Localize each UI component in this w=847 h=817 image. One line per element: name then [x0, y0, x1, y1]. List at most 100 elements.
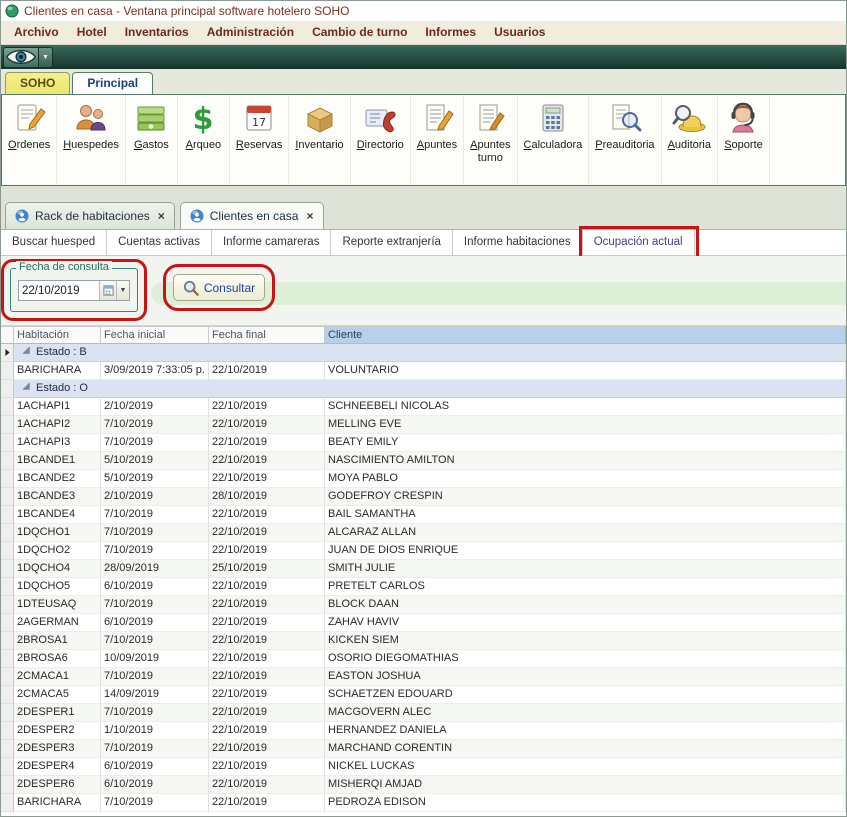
title-bar: Clientes en casa - Ventana principal sof…	[1, 1, 846, 21]
cell-fecha-final: 22/10/2019	[209, 776, 325, 794]
grid-header: HabitaciónFecha inicialFecha finalClient…	[1, 326, 846, 344]
cell-fecha-final: 22/10/2019	[209, 614, 325, 632]
menu-item-archivo[interactable]: Archivo	[5, 21, 68, 44]
ribbon-button-apuntes[interactable]: Apuntes	[411, 95, 464, 185]
table-row[interactable]: 1BCANDE25/10/201922/10/2019MOYA PABLO	[1, 470, 846, 488]
table-row[interactable]: 2DESPER66/10/201922/10/2019MISHERQI AMJA…	[1, 776, 846, 794]
menu-item-administracion[interactable]: Administración	[198, 21, 303, 44]
ribbon-button-huespedes[interactable]: Huespedes	[57, 95, 126, 185]
ribbon-button-soporte[interactable]: Soporte	[718, 95, 770, 185]
doc-tab-clientes-en-casa[interactable]: Clientes en casa×	[180, 202, 324, 229]
column-header-fecha-inicial[interactable]: Fecha inicial	[101, 326, 209, 344]
tab-soho[interactable]: SOHO	[5, 72, 70, 94]
preaudit-icon	[606, 100, 644, 136]
row-indicator	[1, 776, 14, 794]
cell-fecha-inicial: 2/10/2019	[101, 488, 209, 506]
menu-item-hotel[interactable]: Hotel	[68, 21, 116, 44]
table-row[interactable]: 1BCANDE15/10/201922/10/2019NASCIMIENTO A…	[1, 452, 846, 470]
report-tab-informe-habitaciones[interactable]: Informe habitaciones	[453, 230, 583, 255]
ribbon-button-preauditoria[interactable]: Preauditoria	[589, 95, 661, 185]
menu-item-inventarios[interactable]: Inventarios	[116, 21, 198, 44]
cell-fecha-final: 22/10/2019	[209, 506, 325, 524]
date-dropdown-arrow[interactable]: ▼	[116, 281, 129, 300]
table-row[interactable]: 2BROSA17/10/201922/10/2019KICKEN SIEM	[1, 632, 846, 650]
table-row[interactable]: BARICHARA3/09/2019 7:33:05 p. m.22/10/20…	[1, 362, 846, 380]
calendar-picker-button[interactable]	[99, 281, 116, 300]
group-row-estado-b[interactable]: Estado : B	[1, 344, 846, 362]
cell-fecha-final: 22/10/2019	[209, 704, 325, 722]
view-dropdown-button[interactable]: ▼	[39, 47, 53, 68]
cell-fecha-inicial: 7/10/2019	[101, 704, 209, 722]
cell-habitacion: 2AGERMAN	[14, 614, 101, 632]
group-expand-icon[interactable]	[21, 380, 31, 397]
table-row[interactable]: 2DESPER46/10/201922/10/2019NICKEL LUCKAS	[1, 758, 846, 776]
report-tab-ocupacion-actual[interactable]: Ocupación actual	[583, 230, 695, 255]
close-icon[interactable]: ×	[158, 209, 165, 223]
cell-habitacion: 1ACHAPI1	[14, 398, 101, 416]
group-expand-icon[interactable]	[21, 344, 31, 361]
shift-notes-icon	[471, 100, 509, 136]
app-icon	[5, 4, 19, 18]
table-row[interactable]: 1BCANDE47/10/201922/10/2019BAIL SAMANTHA	[1, 506, 846, 524]
table-row[interactable]: 1DQCHO56/10/201922/10/2019PRETELT CARLOS	[1, 578, 846, 596]
report-tab-buscar-huesped[interactable]: Buscar huesped	[1, 230, 107, 255]
cell-fecha-inicial: 7/10/2019	[101, 668, 209, 686]
cell-fecha-inicial: 7/10/2019	[101, 416, 209, 434]
table-row[interactable]: BARICHARA7/10/201922/10/2019PEDROZA EDIS…	[1, 794, 846, 812]
ribbon-button-apuntes-turno[interactable]: Apuntesturno	[464, 95, 517, 185]
table-row[interactable]: 2DESPER17/10/201922/10/2019MACGOVERN ALE…	[1, 704, 846, 722]
cell-fecha-final: 22/10/2019	[209, 740, 325, 758]
menu-item-informes[interactable]: Informes	[416, 21, 485, 44]
table-row[interactable]: 1ACHAPI37/10/201922/10/2019BEATY EMILY	[1, 434, 846, 452]
table-row[interactable]: 2BROSA610/09/201922/10/2019OSORIO DIEGOM…	[1, 650, 846, 668]
column-header-cliente[interactable]: Cliente	[325, 326, 846, 344]
date-input[interactable]	[19, 281, 99, 300]
cell-fecha-final: 22/10/2019	[209, 722, 325, 740]
ribbon-button-reservas[interactable]: 17Reservas	[230, 95, 289, 185]
tab-principal[interactable]: Principal	[72, 72, 153, 94]
table-row[interactable]: 2CMACA514/09/201922/10/2019SCHAETZEN EDO…	[1, 686, 846, 704]
table-row[interactable]: 1DQCHO428/09/201925/10/2019SMITH JULIE	[1, 560, 846, 578]
grid-body: Estado : BBARICHARA3/09/2019 7:33:05 p. …	[1, 344, 846, 812]
quick-toolbar: ▼	[1, 45, 846, 69]
menu-item-cambio-de-turno[interactable]: Cambio de turno	[303, 21, 416, 44]
table-row[interactable]: 2CMACA17/10/201922/10/2019EASTON JOSHUA	[1, 668, 846, 686]
column-header-habitacion[interactable]: Habitación	[14, 326, 101, 344]
report-tab-cuentas-activas[interactable]: Cuentas activas	[107, 230, 212, 255]
table-row[interactable]: 1DQCHO27/10/201922/10/2019JUAN DE DIOS E…	[1, 542, 846, 560]
table-row[interactable]: 2AGERMAN6/10/201922/10/2019ZAHAV HAVIV	[1, 614, 846, 632]
consultar-button[interactable]: Consultar	[173, 274, 265, 301]
report-tab-reporte-extranjeria[interactable]: Reporte extranjería	[331, 230, 452, 255]
report-tab-informe-camareras[interactable]: Informe camareras	[212, 230, 332, 255]
column-header-fecha-final[interactable]: Fecha final	[209, 326, 325, 344]
row-indicator	[1, 560, 14, 578]
table-row[interactable]: 1DQCHO17/10/201922/10/2019ALCARAZ ALLAN	[1, 524, 846, 542]
table-row[interactable]: 1BCANDE32/10/201928/10/2019GODEFROY CRES…	[1, 488, 846, 506]
ribbon-button-arqueo[interactable]: $Arqueo	[178, 95, 230, 185]
ribbon-button-calculadora[interactable]: Calculadora	[518, 95, 590, 185]
table-row[interactable]: 2DESPER21/10/201922/10/2019HERNANDEZ DAN…	[1, 722, 846, 740]
cell-cliente: MOYA PABLO	[325, 470, 846, 488]
ribbon-button-inventario[interactable]: Inventario	[289, 95, 350, 185]
ribbon-button-gastos[interactable]: Gastos	[126, 95, 178, 185]
menu-item-usuarios[interactable]: Usuarios	[485, 21, 554, 44]
table-row[interactable]: 1ACHAPI27/10/201922/10/2019MELLING EVE	[1, 416, 846, 434]
fecha-consulta-label: Fecha de consulta	[16, 261, 112, 273]
group-row-estado-o[interactable]: Estado : O	[1, 380, 846, 398]
ribbon-button-directorio[interactable]: Directorio	[351, 95, 411, 185]
table-row[interactable]: 1ACHAPI12/10/201922/10/2019SCHNEEBELI NI…	[1, 398, 846, 416]
close-icon[interactable]: ×	[306, 209, 313, 223]
ribbon-button-auditoria[interactable]: Auditoria	[662, 95, 718, 185]
cell-fecha-inicial: 7/10/2019	[101, 794, 209, 812]
cell-fecha-inicial: 7/10/2019	[101, 596, 209, 614]
table-row[interactable]: 1DTEUSAQ7/10/201922/10/2019BLOCK DAAN	[1, 596, 846, 614]
ribbon-label-apuntes: Apuntes	[417, 139, 457, 152]
doc-tab-rack-de-habitaciones[interactable]: Rack de habitaciones×	[5, 202, 175, 229]
table-row[interactable]: 2DESPER37/10/201922/10/2019MARCHAND CORE…	[1, 740, 846, 758]
ribbon-button-ordenes[interactable]: Ordenes	[2, 95, 57, 185]
row-indicator	[1, 488, 14, 506]
box-icon	[301, 100, 339, 136]
cell-fecha-final: 22/10/2019	[209, 650, 325, 668]
cell-habitacion: 1DQCHO5	[14, 578, 101, 596]
view-eye-button[interactable]	[3, 47, 39, 68]
